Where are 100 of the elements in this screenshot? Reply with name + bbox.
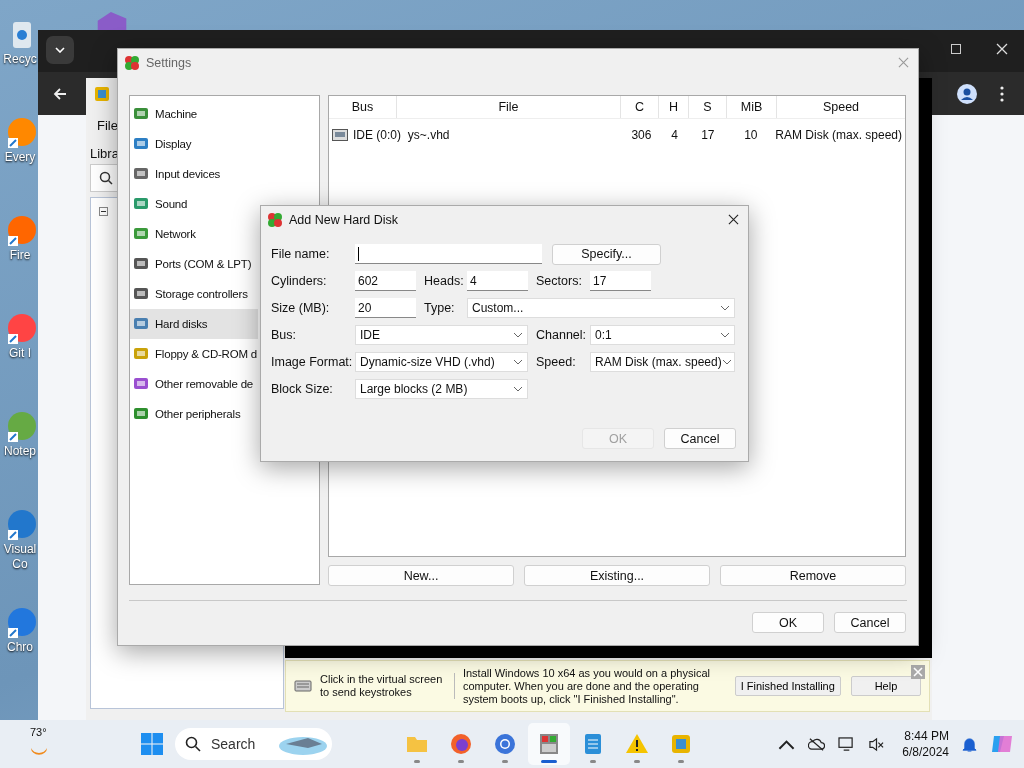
icon-label: Fire	[9, 248, 31, 263]
category-icon	[133, 286, 149, 302]
field-label: Speed:	[536, 355, 577, 369]
field-label: Sectors:	[536, 274, 583, 288]
notice-button[interactable]: I Finished Installing	[734, 676, 841, 696]
column-header[interactable]: MiB	[727, 96, 777, 118]
disk-button[interactable]: Existing...	[524, 565, 710, 586]
dialog-button[interactable]: Cancel	[834, 612, 906, 633]
clock-time[interactable]: 8:44 PM	[904, 728, 949, 744]
app-icon	[267, 211, 283, 228]
category-item[interactable]: Storage controllers	[130, 279, 258, 309]
start-icon[interactable]	[141, 733, 163, 755]
dialog-button[interactable]: OK	[752, 612, 824, 633]
chevron-icon	[720, 305, 730, 311]
category-item[interactable]: Network	[130, 219, 258, 249]
window-title: Settings	[146, 55, 192, 70]
caret-icon	[55, 47, 65, 53]
input-field[interactable]: 4	[467, 271, 528, 291]
search-field[interactable]: Search	[175, 728, 332, 760]
table-cell-text: ys~.vhd	[406, 128, 451, 142]
field-label: Bus:	[271, 328, 297, 342]
back-icon[interactable]	[52, 86, 68, 102]
maximize-icon[interactable]	[951, 44, 961, 54]
field-label: Heads:	[424, 274, 465, 288]
dropdown[interactable]: 0:1	[590, 325, 735, 345]
collapse-icon[interactable]	[99, 207, 108, 216]
cloud-icon[interactable]	[808, 736, 826, 752]
input-field[interactable]: 20	[355, 298, 416, 318]
table-cell-text: 17	[700, 128, 716, 142]
dropdown[interactable]: Dynamic-size VHD (.vhd)	[355, 352, 528, 372]
category-icon	[133, 166, 149, 182]
column-header[interactable]: S	[689, 96, 727, 118]
monitor-icon[interactable]	[838, 736, 856, 752]
table-cell-text: 4	[670, 128, 679, 142]
dropdown[interactable]: Custom...	[467, 298, 735, 318]
column-header[interactable]: Speed	[777, 96, 905, 118]
profile-icon[interactable]	[957, 84, 977, 104]
table-cell-text: IDE (0:0)	[353, 128, 402, 142]
menu-icon[interactable]	[1000, 86, 1004, 102]
category-item[interactable]: Floppy & CD-ROM d	[130, 339, 258, 369]
input-field[interactable]	[355, 244, 542, 264]
disk-button[interactable]: Remove	[720, 565, 906, 586]
dropdown[interactable]: RAM Disk (max. speed)	[590, 352, 735, 372]
table-cell-text: RAM Disk (max. speed)	[775, 128, 903, 142]
close-icon[interactable]	[728, 214, 739, 225]
notice-button[interactable]: Help	[850, 676, 921, 696]
category-item[interactable]: Input devices	[130, 159, 258, 189]
category-item[interactable]: Hard disks	[130, 309, 258, 339]
menu-item[interactable]: File	[97, 118, 118, 133]
category-item[interactable]: Ports (COM & LPT)	[130, 249, 258, 279]
field-label: File name:	[271, 247, 331, 261]
clock-date[interactable]: 6/8/2024	[902, 744, 949, 760]
speaker-muted-icon[interactable]	[868, 736, 886, 752]
chevron-icon	[720, 332, 730, 338]
hint-text: Click in the virtual screen to send keystrokes	[320, 673, 455, 699]
category-item[interactable]: Other peripherals	[130, 399, 258, 429]
dropdown[interactable]: Large blocks (2 MB)	[355, 379, 528, 399]
input-field[interactable]: 17	[590, 271, 651, 291]
field-label: Size (MB):	[271, 301, 331, 315]
icon-label: Recyc	[3, 52, 37, 67]
window-title: Add New Hard Disk	[289, 212, 399, 227]
taskbar-app[interactable]	[528, 723, 570, 765]
keyboard-icon	[294, 679, 312, 693]
field-label: Type:	[424, 301, 456, 315]
category-icon	[133, 196, 149, 212]
category-item[interactable]: Display	[130, 129, 258, 159]
chevron-icon	[513, 332, 523, 338]
column-header[interactable]: Bus	[329, 96, 397, 118]
field-label: Cylinders:	[271, 274, 328, 288]
search-icon	[99, 171, 113, 185]
category-icon	[133, 376, 149, 392]
bell-icon[interactable]	[962, 735, 977, 753]
app-icon	[124, 54, 140, 71]
column-header[interactable]: C	[621, 96, 659, 118]
category-icon	[133, 106, 149, 122]
category-item[interactable]: Other removable de	[130, 369, 258, 399]
chevron-icon	[513, 359, 523, 365]
table-cell-text: 306	[630, 128, 653, 142]
category-icon	[133, 346, 149, 362]
input-field[interactable]: 602	[355, 271, 416, 291]
category-icon	[133, 226, 149, 242]
icon-label: Notep	[4, 444, 36, 459]
disk-button[interactable]: New...	[328, 565, 514, 586]
field-label: Channel:	[536, 328, 588, 342]
chevron-icon	[721, 359, 732, 365]
icon-label: Every	[4, 150, 36, 165]
column-header[interactable]: File	[397, 96, 621, 118]
notice-message: Install Windows 10 x64 as you would on a physical computer. When you are done and the operating system boots up, click "I Finished Installing".	[462, 666, 711, 706]
box-icon	[669, 732, 693, 756]
weather-temperature: 73°	[30, 726, 47, 738]
specify-button[interactable]: Specify...	[552, 243, 661, 265]
dialog-button[interactable]: Cancel	[664, 428, 736, 449]
tab-list-button[interactable]	[46, 36, 74, 64]
warning-icon	[625, 732, 649, 756]
category-item[interactable]: Sound	[130, 189, 258, 219]
icon-label: Chro	[7, 640, 33, 655]
category-icon	[133, 406, 149, 422]
column-header[interactable]: H	[659, 96, 689, 118]
category-item[interactable]: Machine	[130, 99, 258, 129]
dropdown[interactable]: IDE	[355, 325, 528, 345]
